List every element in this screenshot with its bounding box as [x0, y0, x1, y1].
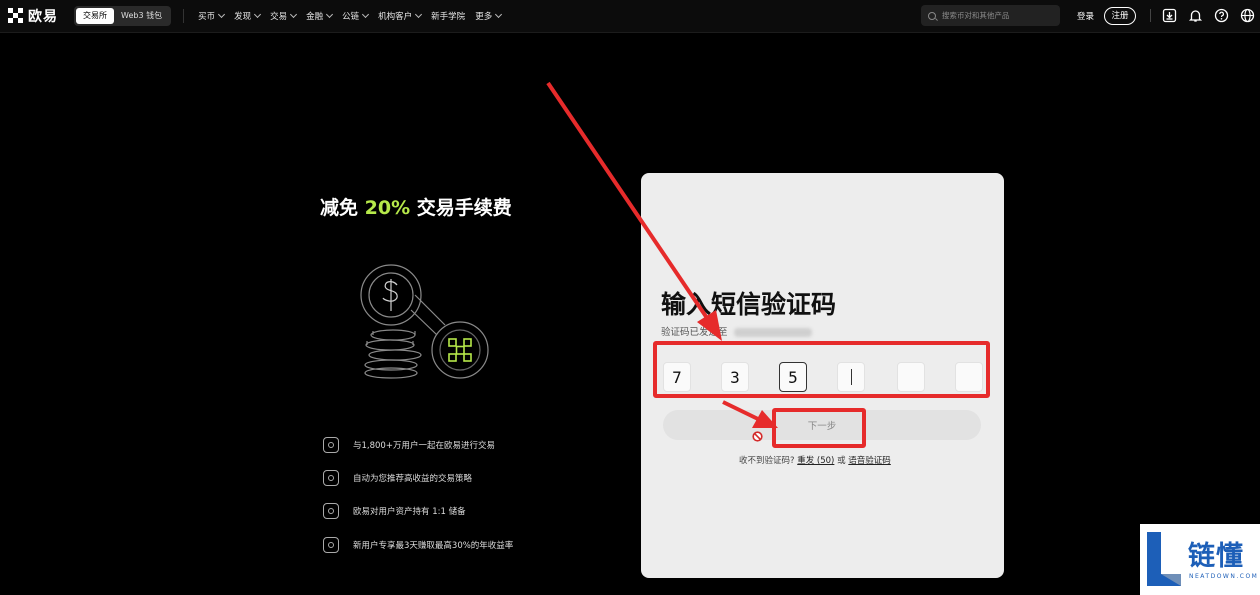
search-bar[interactable] [921, 5, 1060, 26]
tab-exchange[interactable]: 交易所 [76, 8, 114, 24]
feature-item-users: 与1,800+万用户一起在欧易进行交易 [323, 437, 495, 453]
chevron-down-icon [218, 10, 226, 19]
chevron-down-icon [326, 10, 334, 19]
login-link[interactable]: 登录 [1077, 10, 1094, 22]
resend-link[interactable]: 重发 (50) [797, 456, 834, 466]
feature-item-yield: 新用户专享最3天赚取最高30%的年收益率 [323, 537, 513, 553]
not-allowed-cursor-icon [752, 431, 763, 442]
icon-divider [1150, 9, 1151, 22]
search-input[interactable] [939, 10, 1060, 21]
download-icon[interactable] [1162, 8, 1177, 23]
signup-button[interactable]: 注册 [1104, 7, 1136, 25]
nav-discover[interactable]: 发现 [234, 10, 262, 22]
nav-finance[interactable]: 金融 [306, 10, 334, 22]
search-icon [928, 11, 936, 20]
chevron-down-icon [495, 10, 503, 19]
users-icon [323, 437, 339, 453]
nav-learn[interactable]: 新手学院 [431, 10, 465, 22]
chevron-down-icon [290, 10, 298, 19]
nav-divider [183, 9, 185, 23]
nav-buy-crypto[interactable]: 买币 [198, 10, 226, 22]
chevron-down-icon [254, 10, 262, 19]
card-subtitle: 验证码已发送至 [661, 324, 812, 338]
annotation-box-next-button [772, 408, 866, 448]
main-nav: 买币 发现 交易 金融 公链 机构客户 新手学院 更多 [188, 10, 503, 22]
vault-icon [323, 503, 339, 519]
chevron-down-icon [362, 10, 370, 19]
chevron-down-icon [415, 10, 423, 19]
annotation-arrows [546, 81, 778, 428]
robot-icon [323, 470, 339, 486]
feature-item-strategy: 自动为您推荐高收益的交易策略 [323, 470, 472, 486]
watermark-l-icon [1147, 532, 1181, 586]
top-nav-bar: 欧易 交易所 Web3 钱包 买币 发现 交易 金融 公链 机构客户 新手学院 … [0, 0, 1260, 33]
bell-icon[interactable] [1188, 8, 1203, 23]
nav-trade[interactable]: 交易 [270, 10, 298, 22]
voice-code-link[interactable]: 语音验证码 [848, 456, 891, 466]
coins-illustration [360, 264, 489, 379]
feature-item-reserve: 欧易对用户资产持有 1:1 储备 [323, 503, 466, 519]
product-switch: 交易所 Web3 钱包 [74, 6, 172, 26]
tab-web3-wallet[interactable]: Web3 钱包 [114, 8, 169, 24]
watermark-logo: 链懂 NEATDOWN.COM [1140, 524, 1260, 595]
annotation-box-code-input [653, 341, 990, 398]
nav-more[interactable]: 更多 [475, 10, 503, 22]
card-title: 输入短信验证码 [661, 290, 837, 319]
logo[interactable]: 欧易 [8, 6, 58, 26]
okx-logo-icon [8, 8, 24, 24]
percent-icon [323, 537, 339, 553]
resend-help: 收不到验证码? 重发 (50) 或 语音验证码 [739, 456, 891, 466]
nav-institutional[interactable]: 机构客户 [378, 10, 423, 22]
promo-title: 减免 20% 交易手续费 [320, 197, 512, 219]
nav-chain[interactable]: 公链 [342, 10, 370, 22]
masked-phone-number [733, 328, 812, 337]
globe-icon[interactable] [1240, 8, 1255, 23]
help-icon[interactable] [1214, 8, 1229, 23]
logo-text: 欧易 [28, 9, 58, 25]
promo-highlight: 20% [364, 197, 411, 219]
